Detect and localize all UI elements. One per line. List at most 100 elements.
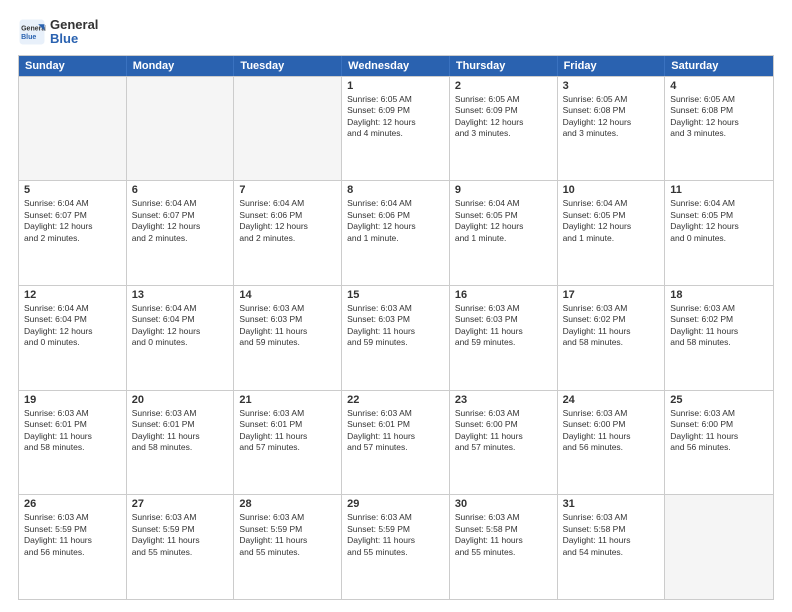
- day-number: 26: [24, 498, 121, 510]
- logo: General Blue General Blue: [18, 18, 98, 47]
- day-cell-17: 17 Sunrise: 6:03 AM Sunset: 6:02 PM Dayli…: [558, 286, 666, 390]
- calendar-row-3: 12Sunrise: 6:04 AM Sunset: 6:04 PM Dayli…: [19, 285, 773, 390]
- day-number: 6: [132, 184, 229, 196]
- day-info: Sunrise: 6:04 AM Sunset: 6:07 PM Dayligh…: [132, 198, 229, 244]
- day-info: Sunrise: 6:03 AM Sunset: 6:03 PM Dayligh…: [455, 303, 552, 349]
- day-number: 2: [455, 80, 552, 92]
- day-cell-26: 26 Sunrise: 6:03 AM Sunset: 5:59 PM Dayli…: [19, 495, 127, 599]
- day-info: Sunrise: 6:03 AM Sunset: 6:03 PM Dayligh…: [239, 303, 336, 349]
- day-cell-21: 21Sunrise: 6:03 AM Sunset: 6:01 PM Dayli…: [234, 391, 342, 495]
- day-info: Sunrise: 6:05 AM Sunset: 6:08 PM Dayligh…: [670, 94, 768, 140]
- day-number: 15: [347, 289, 444, 301]
- day-number: 5: [24, 184, 121, 196]
- day-cell-13: 13 Sunrise: 6:04 AM Sunset: 6:04 PM Dayli…: [127, 286, 235, 390]
- day-number: 16: [455, 289, 552, 301]
- day-cell-23: 23 Sunrise: 6:03 AM Sunset: 6:00 PM Dayli…: [450, 391, 558, 495]
- day-cell-9: 9 Sunrise: 6:04 AM Sunset: 6:05 PM Daylig…: [450, 181, 558, 285]
- day-cell-18: 18 Sunrise: 6:03 AM Sunset: 6:02 PM Dayli…: [665, 286, 773, 390]
- day-info: Sunrise: 6:04 AM Sunset: 6:05 PM Dayligh…: [670, 198, 768, 244]
- day-info: Sunrise: 6:04 AM Sunset: 6:07 PM Dayligh…: [24, 198, 121, 244]
- day-info: Sunrise: 6:03 AM Sunset: 6:01 PM Dayligh…: [347, 408, 444, 454]
- day-info: Sunrise: 6:05 AM Sunset: 6:09 PM Dayligh…: [347, 94, 444, 140]
- day-number: 3: [563, 80, 660, 92]
- day-info: Sunrise: 6:03 AM Sunset: 5:59 PM Dayligh…: [347, 512, 444, 558]
- day-info: Sunrise: 6:05 AM Sunset: 6:09 PM Dayligh…: [455, 94, 552, 140]
- weekday-header-wednesday: Wednesday: [342, 56, 450, 76]
- day-number: 18: [670, 289, 768, 301]
- day-info: Sunrise: 6:03 AM Sunset: 6:02 PM Dayligh…: [563, 303, 660, 349]
- day-cell-11: 11 Sunrise: 6:04 AM Sunset: 6:05 PM Dayli…: [665, 181, 773, 285]
- day-info: Sunrise: 6:03 AM Sunset: 5:58 PM Dayligh…: [455, 512, 552, 558]
- weekday-header-thursday: Thursday: [450, 56, 558, 76]
- day-number: 9: [455, 184, 552, 196]
- day-info: Sunrise: 6:03 AM Sunset: 5:59 PM Dayligh…: [239, 512, 336, 558]
- day-cell-8: 8 Sunrise: 6:04 AM Sunset: 6:06 PM Daylig…: [342, 181, 450, 285]
- svg-text:Blue: Blue: [21, 34, 36, 41]
- day-cell-15: 15Sunrise: 6:03 AM Sunset: 6:03 PM Dayli…: [342, 286, 450, 390]
- day-info: Sunrise: 6:03 AM Sunset: 6:02 PM Dayligh…: [670, 303, 768, 349]
- day-cell-25: 25Sunrise: 6:03 AM Sunset: 6:00 PM Dayli…: [665, 391, 773, 495]
- day-info: Sunrise: 6:04 AM Sunset: 6:04 PM Dayligh…: [132, 303, 229, 349]
- calendar-body: 1 Sunrise: 6:05 AM Sunset: 6:09 PM Daylig…: [19, 76, 773, 599]
- day-info: Sunrise: 6:04 AM Sunset: 6:06 PM Dayligh…: [347, 198, 444, 244]
- day-number: 11: [670, 184, 768, 196]
- day-number: 7: [239, 184, 336, 196]
- day-cell-28: 28 Sunrise: 6:03 AM Sunset: 5:59 PM Dayli…: [234, 495, 342, 599]
- weekday-header-saturday: Saturday: [665, 56, 773, 76]
- day-number: 31: [563, 498, 660, 510]
- day-cell-empty: [234, 77, 342, 181]
- day-cell-empty: [127, 77, 235, 181]
- day-cell-20: 20Sunrise: 6:03 AM Sunset: 6:01 PM Dayli…: [127, 391, 235, 495]
- day-number: 13: [132, 289, 229, 301]
- calendar-header: SundayMondayTuesdayWednesdayThursdayFrid…: [19, 56, 773, 76]
- day-number: 19: [24, 394, 121, 406]
- day-cell-empty: [19, 77, 127, 181]
- day-info: Sunrise: 6:04 AM Sunset: 6:04 PM Dayligh…: [24, 303, 121, 349]
- day-info: Sunrise: 6:05 AM Sunset: 6:08 PM Dayligh…: [563, 94, 660, 140]
- day-number: 8: [347, 184, 444, 196]
- day-info: Sunrise: 6:03 AM Sunset: 5:59 PM Dayligh…: [24, 512, 121, 558]
- day-info: Sunrise: 6:04 AM Sunset: 6:06 PM Dayligh…: [239, 198, 336, 244]
- calendar-row-2: 5 Sunrise: 6:04 AM Sunset: 6:07 PM Daylig…: [19, 180, 773, 285]
- day-cell-empty: [665, 495, 773, 599]
- day-number: 30: [455, 498, 552, 510]
- day-info: Sunrise: 6:03 AM Sunset: 6:00 PM Dayligh…: [670, 408, 768, 454]
- day-cell-19: 19Sunrise: 6:03 AM Sunset: 6:01 PM Dayli…: [19, 391, 127, 495]
- day-info: Sunrise: 6:03 AM Sunset: 6:01 PM Dayligh…: [132, 408, 229, 454]
- day-info: Sunrise: 6:03 AM Sunset: 5:59 PM Dayligh…: [132, 512, 229, 558]
- day-cell-16: 16 Sunrise: 6:03 AM Sunset: 6:03 PM Dayli…: [450, 286, 558, 390]
- day-info: Sunrise: 6:03 AM Sunset: 5:58 PM Dayligh…: [563, 512, 660, 558]
- day-info: Sunrise: 6:04 AM Sunset: 6:05 PM Dayligh…: [455, 198, 552, 244]
- day-cell-31: 31 Sunrise: 6:03 AM Sunset: 5:58 PM Dayli…: [558, 495, 666, 599]
- weekday-header-sunday: Sunday: [19, 56, 127, 76]
- day-number: 28: [239, 498, 336, 510]
- calendar: SundayMondayTuesdayWednesdayThursdayFrid…: [18, 55, 774, 600]
- day-info: Sunrise: 6:04 AM Sunset: 6:05 PM Dayligh…: [563, 198, 660, 244]
- weekday-header-friday: Friday: [558, 56, 666, 76]
- day-cell-29: 29 Sunrise: 6:03 AM Sunset: 5:59 PM Dayli…: [342, 495, 450, 599]
- day-number: 17: [563, 289, 660, 301]
- day-number: 27: [132, 498, 229, 510]
- weekday-header-monday: Monday: [127, 56, 235, 76]
- day-cell-22: 22Sunrise: 6:03 AM Sunset: 6:01 PM Dayli…: [342, 391, 450, 495]
- day-number: 1: [347, 80, 444, 92]
- logo-icon: General Blue: [18, 18, 46, 46]
- day-cell-6: 6 Sunrise: 6:04 AM Sunset: 6:07 PM Daylig…: [127, 181, 235, 285]
- day-info: Sunrise: 6:03 AM Sunset: 6:00 PM Dayligh…: [455, 408, 552, 454]
- day-cell-1: 1 Sunrise: 6:05 AM Sunset: 6:09 PM Daylig…: [342, 77, 450, 181]
- calendar-row-4: 19 Sunrise: 6:03 AM Sunset: 6:01 PM Dayli…: [19, 390, 773, 495]
- day-number: 29: [347, 498, 444, 510]
- day-info: Sunrise: 6:03 AM Sunset: 6:01 PM Dayligh…: [239, 408, 336, 454]
- day-cell-3: 3 Sunrise: 6:05 AM Sunset: 6:08 PM Daylig…: [558, 77, 666, 181]
- day-cell-30: 30 Sunrise: 6:03 AM Sunset: 5:58 PM Dayli…: [450, 495, 558, 599]
- day-cell-5: 5 Sunrise: 6:04 AM Sunset: 6:07 PM Daylig…: [19, 181, 127, 285]
- logo-text-line2: Blue: [50, 32, 98, 46]
- calendar-row-5: 26 Sunrise: 6:03 AM Sunset: 5:59 PM Dayli…: [19, 494, 773, 599]
- day-cell-14: 14Sunrise: 6:03 AM Sunset: 6:03 PM Dayli…: [234, 286, 342, 390]
- day-cell-27: 27 Sunrise: 6:03 AM Sunset: 5:59 PM Dayli…: [127, 495, 235, 599]
- weekday-header-tuesday: Tuesday: [234, 56, 342, 76]
- calendar-row-1: 1 Sunrise: 6:05 AM Sunset: 6:09 PM Daylig…: [19, 76, 773, 181]
- day-number: 23: [455, 394, 552, 406]
- day-cell-4: 4Sunrise: 6:05 AM Sunset: 6:08 PM Daylig…: [665, 77, 773, 181]
- day-cell-24: 24Sunrise: 6:03 AM Sunset: 6:00 PM Dayli…: [558, 391, 666, 495]
